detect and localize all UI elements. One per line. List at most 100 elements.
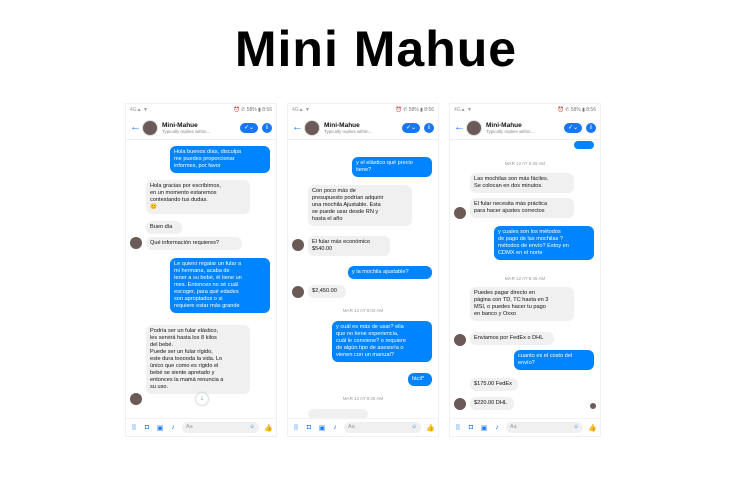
message-incoming [308,409,368,418]
network-indicator: 4G▲ ▼ [130,107,148,113]
phone-screen-3: 4G▲ ▼ ⏰ ✆ 58% ▮ 8:56 ← Mini-Mahue Typica… [450,104,600,436]
thumbs-up-icon[interactable]: 👍 [426,424,435,432]
back-arrow-icon[interactable]: ← [454,122,465,133]
check-dropdown-button[interactable]: ✓⌄ [240,122,258,133]
message-input[interactable]: Aa ☺ [182,422,259,433]
contact-info[interactable]: Mini-Mahue Typically replies within... [486,122,560,134]
timestamp: MAR 12 AT 9:26 AM [342,396,384,401]
avatar [130,237,142,249]
message-outgoing: y la mochila ajustable? [348,266,432,279]
message-outgoing: y cuales son los métodos de pago de las … [494,226,594,260]
check-dropdown-button[interactable]: ✓⌄ [402,122,420,133]
contact-name: Mini-Mahue [162,121,198,129]
message-incoming: El fular necesita más práctica para hace… [470,198,574,218]
info-icon[interactable]: i [586,122,596,133]
gallery-icon[interactable]: ▣ [156,424,164,432]
seen-avatar [590,403,596,409]
scroll-down-icon[interactable]: ↓ [196,393,208,405]
message-incoming: Buen día [146,221,182,234]
microphone-icon[interactable]: ♪ [493,424,501,431]
camera-icon[interactable]: ◘ [305,424,313,431]
message-incoming: Podría ser un fular elástico, les servir… [146,325,250,394]
message-incoming: El fular más económico $540.00 [308,236,390,256]
gallery-icon[interactable]: ▣ [480,424,488,432]
page-title: Mini Mahue [234,21,518,77]
info-icon[interactable]: i [262,122,272,133]
avatar [292,239,304,251]
back-arrow-icon[interactable]: ← [130,122,141,133]
message-outgoing [574,141,594,149]
network-indicator: 4G▲ ▼ [292,107,310,113]
contact-name: Mini-Mahue [324,121,360,129]
avatar [454,334,466,346]
avatar[interactable] [466,119,482,136]
status-icons: ⏰ ✆ 58% ▮ 8:56 [557,107,596,113]
emoji-icon[interactable]: ☺ [573,422,579,433]
camera-icon[interactable]: ◘ [143,424,151,431]
back-arrow-icon[interactable]: ← [292,122,303,133]
apps-icon[interactable]: ⠿ [454,424,462,432]
timestamp: MAR 12 AT 9:46 AM [504,276,546,281]
contact-subtitle: Typically replies within... [162,128,211,134]
message-outgoing: Le quiero regalar un fular a mi hermana,… [170,258,270,313]
chat-header: ← Mini-Mahue Typically replies within...… [288,116,438,140]
contact-info[interactable]: Mini-Mahue Typically replies within... [324,122,398,134]
avatar[interactable] [142,119,158,136]
camera-icon[interactable]: ◘ [467,424,475,431]
thumbs-up-icon[interactable]: 👍 [264,424,273,432]
microphone-icon[interactable]: ♪ [331,424,339,431]
message-incoming: Con poco más de presupuesto podrían adqu… [308,185,412,226]
input-placeholder: Aa [510,424,517,430]
status-bar: 4G▲ ▼ ⏰ ✆ 58% ▮ 8:56 [126,104,276,116]
thumbs-up-icon[interactable]: 👍 [588,424,597,432]
composer: ⠿ ◘ ▣ ♪ Aa ☺ 👍 [288,418,438,436]
conversation[interactable]: Hola buenos días, disculpa me puedes pro… [126,141,276,418]
message-incoming: $220.00 DHL [470,397,514,410]
avatar [292,286,304,298]
message-outgoing: fácil* [408,373,432,386]
message-outgoing: y cuál es más de usar? ella que no tiene… [332,321,432,362]
apps-icon[interactable]: ⠿ [130,424,138,432]
message-input[interactable]: Aa ☺ [506,422,583,433]
input-placeholder: Aa [186,424,193,430]
message-incoming: Enviamos por FedEx o DHL [470,332,554,345]
phone-screen-1: 4G▲ ▼ ⏰ ✆ 58% ▮ 8:56 ← Mini-Mahue Typica… [126,104,276,436]
composer: ⠿ ◘ ▣ ♪ Aa ☺ 👍 [126,418,276,436]
contact-info[interactable]: Mini-Mahue Typically replies within... [162,122,236,134]
status-icons: ⏰ ✆ 58% ▮ 8:56 [395,107,434,113]
avatar [454,207,466,219]
status-icons: ⏰ ✆ 58% ▮ 8:56 [233,107,272,113]
message-input[interactable]: Aa ☺ [344,422,421,433]
emoji-icon[interactable]: ☺ [411,422,417,433]
message-incoming: Las mochilas son más fáciles. Se colocan… [470,173,574,193]
contact-name: Mini-Mahue [486,121,522,129]
contact-subtitle: Typically replies within... [486,128,535,134]
conversation[interactable]: MAR 12 AT 9:26 AM Las mochilas son más f… [450,141,600,418]
timestamp: MAR 12 AT 9:26 AM [504,161,546,166]
status-bar: 4G▲ ▼ ⏰ ✆ 58% ▮ 8:56 [288,104,438,116]
phone-screen-2: 4G▲ ▼ ⏰ ✆ 58% ▮ 8:56 ← Mini-Mahue Typica… [288,104,438,436]
microphone-icon[interactable]: ♪ [169,424,177,431]
contact-subtitle: Typically replies within... [324,128,373,134]
message-incoming: $175.00 FedEx [470,378,518,391]
gallery-icon[interactable]: ▣ [318,424,326,432]
network-indicator: 4G▲ ▼ [454,107,472,113]
message-incoming: Qué información requieres? [146,237,242,250]
emoji-icon[interactable]: ☺ [249,422,255,433]
message-incoming: Puedes pagar directo en página con TD, T… [470,287,574,321]
message-outgoing: Hola buenos días, disculpa me puedes pro… [170,146,270,173]
message-incoming: $2,450.00 [308,285,346,298]
avatar [130,393,142,405]
apps-icon[interactable]: ⠿ [292,424,300,432]
status-bar: 4G▲ ▼ ⏰ ✆ 58% ▮ 8:56 [450,104,600,116]
chat-header: ← Mini-Mahue Typically replies within...… [126,116,276,140]
chat-header: ← Mini-Mahue Typically replies within...… [450,116,600,140]
input-placeholder: Aa [348,424,355,430]
message-outgoing: cuanto es el costo del envío? [514,350,594,370]
info-icon[interactable]: i [424,122,434,133]
avatar[interactable] [304,119,320,136]
message-outgoing: y el elástico qué precio tiene? [352,157,432,177]
check-dropdown-button[interactable]: ✓⌄ [564,122,582,133]
conversation[interactable]: y el elástico qué precio tiene? Con poco… [288,141,438,418]
composer: ⠿ ◘ ▣ ♪ Aa ☺ 👍 [450,418,600,436]
